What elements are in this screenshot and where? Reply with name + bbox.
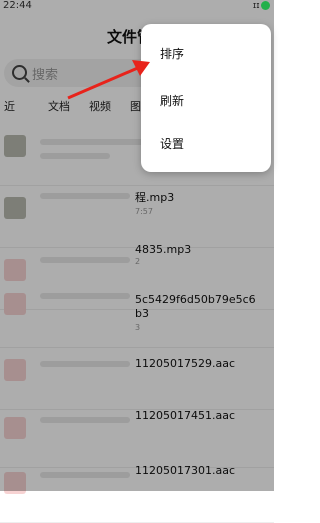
sync-status-icon	[261, 1, 270, 10]
annotation-arrow-icon	[67, 60, 150, 100]
